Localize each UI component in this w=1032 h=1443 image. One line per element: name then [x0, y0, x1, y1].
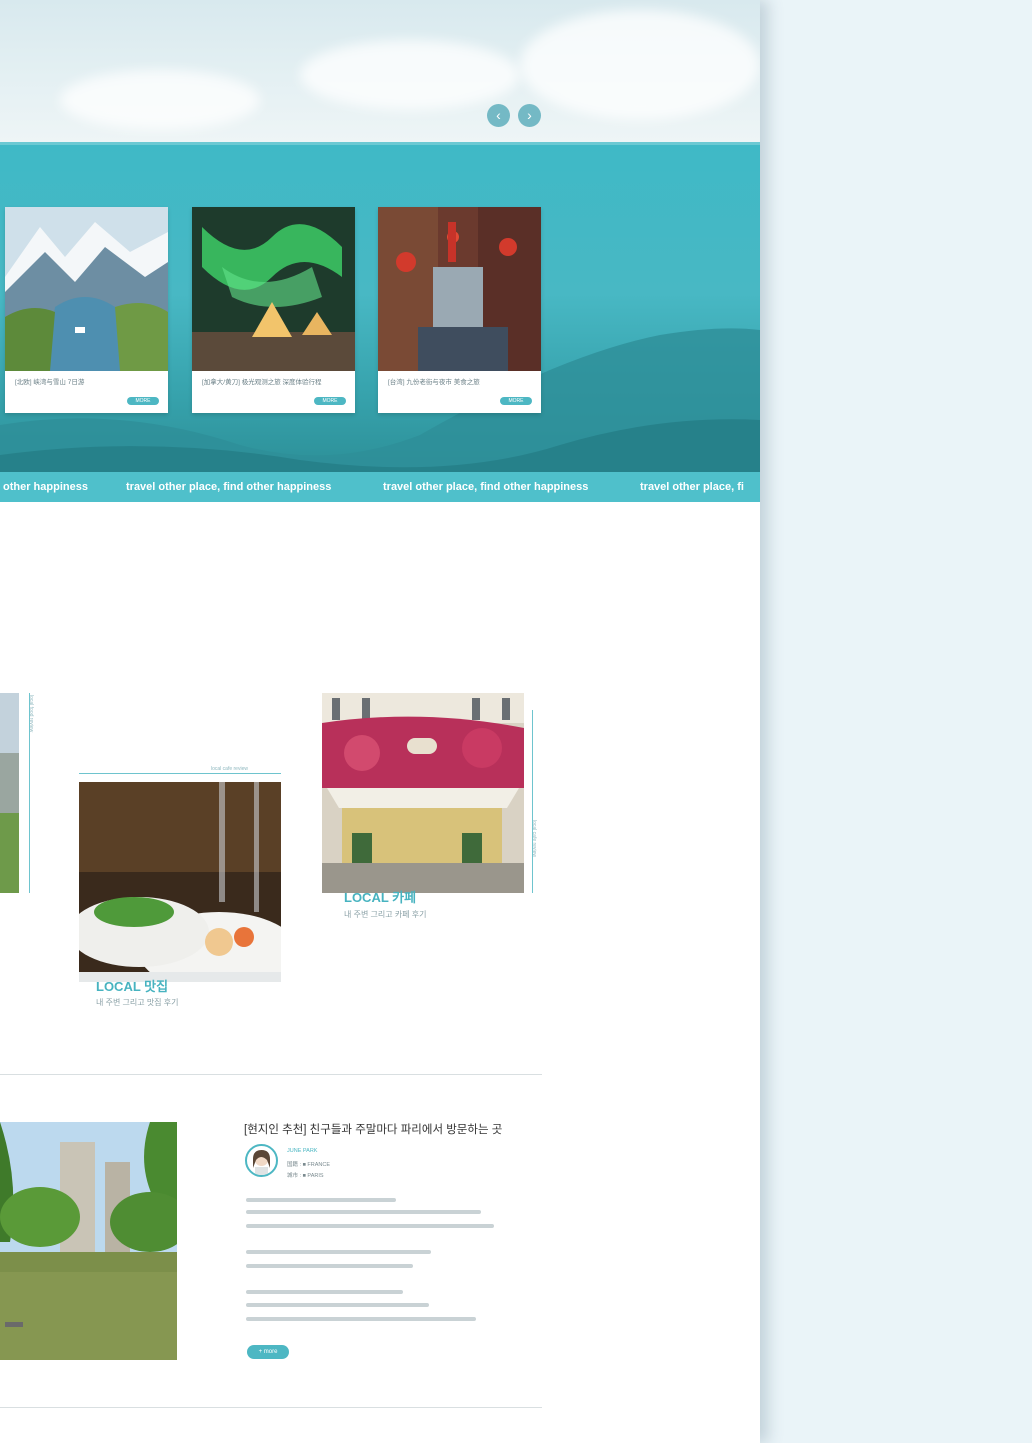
page: ‹ › [北欧] 峡湾与雪山 7日游 MORE [加拿大/黄刀] 极光观测之旅 …	[0, 0, 760, 1443]
hero-banner: ‹ ›	[0, 0, 760, 142]
tour-image-old-street	[378, 207, 541, 371]
local-food-subtitle: 내 주변 그리고 맛집 후기	[96, 998, 179, 1007]
tour-card-caption: [加拿大/黄刀] 极光观测之旅 深度体验行程	[202, 379, 322, 386]
blog-post-title[interactable]: [현지인 추천] 친구들과 주말마다 파리에서 방문하는 곳	[244, 1121, 502, 1137]
vertical-label: local cafe review	[531, 820, 537, 857]
next-arrow-icon[interactable]: ›	[518, 104, 541, 127]
author-country: 国籍 : ■ FRANCE	[287, 1162, 331, 1168]
local-cafe-subtitle: 내 주변 그리고 카페 후기	[344, 910, 427, 919]
author-city: 城市 : ■ PARIS	[287, 1173, 324, 1179]
tour-card-caption: [北欧] 峡湾与雪山 7日游	[15, 379, 85, 386]
cloud	[300, 40, 520, 110]
horizontal-label: local cafe review	[211, 766, 248, 772]
blog-text-line	[246, 1210, 481, 1214]
blog-image-lake[interactable]	[0, 1122, 177, 1360]
tour-card[interactable]: [加拿大/黄刀] 极光观测之旅 深度体验行程 MORE	[192, 207, 355, 413]
local-food-title[interactable]: LOCAL 맛집	[96, 976, 168, 995]
blog-text-line	[246, 1198, 396, 1202]
local-image-food[interactable]	[79, 782, 281, 982]
section-divider	[0, 1074, 542, 1075]
vertical-label: local food review	[28, 695, 34, 733]
blog-text-line	[246, 1290, 403, 1294]
local-cafe-title[interactable]: LOCAL 카페	[344, 887, 416, 906]
prev-arrow-icon[interactable]: ‹	[487, 104, 510, 127]
tour-card[interactable]: [台湾] 九份老街与夜市 美食之旅 MORE	[378, 207, 541, 413]
featured-tours-band: [北欧] 峡湾与雪山 7日游 MORE [加拿大/黄刀] 极光观测之旅 深度体验…	[0, 142, 760, 475]
blog-text-line	[246, 1264, 413, 1268]
blog-text-line	[246, 1303, 429, 1307]
blog-more-button[interactable]: + more	[247, 1345, 289, 1359]
blog-text-line	[246, 1224, 494, 1228]
decor-line	[532, 710, 533, 893]
cloud	[60, 70, 260, 130]
ticker-item: travel other place, find other happiness	[383, 481, 589, 493]
ticker-item: travel other place, find other happiness	[126, 481, 332, 493]
author-avatar	[245, 1144, 278, 1177]
tour-card-more-button[interactable]: MORE	[127, 397, 159, 405]
decor-line	[79, 773, 281, 774]
local-image-park[interactable]	[0, 693, 19, 893]
blog-text-line	[246, 1317, 476, 1321]
tour-card[interactable]: [北欧] 峡湾与雪山 7日游 MORE	[5, 207, 168, 413]
ticker-item: other happiness	[3, 481, 88, 493]
blog-text-line	[246, 1250, 431, 1254]
ticker-item: travel other place, fi	[640, 481, 744, 493]
tour-card-more-button[interactable]: MORE	[500, 397, 532, 405]
slogan-ticker: other happiness travel other place, find…	[0, 472, 760, 502]
author-name: JUNE PARK	[287, 1148, 318, 1154]
tour-image-fjord	[5, 207, 168, 371]
tour-card-more-button[interactable]: MORE	[314, 397, 346, 405]
tour-image-aurora	[192, 207, 355, 371]
cloud	[520, 10, 760, 120]
tour-card-caption: [台湾] 九份老街与夜市 美食之旅	[388, 379, 480, 386]
local-image-cafe[interactable]	[322, 693, 524, 893]
section-divider	[0, 1407, 542, 1408]
